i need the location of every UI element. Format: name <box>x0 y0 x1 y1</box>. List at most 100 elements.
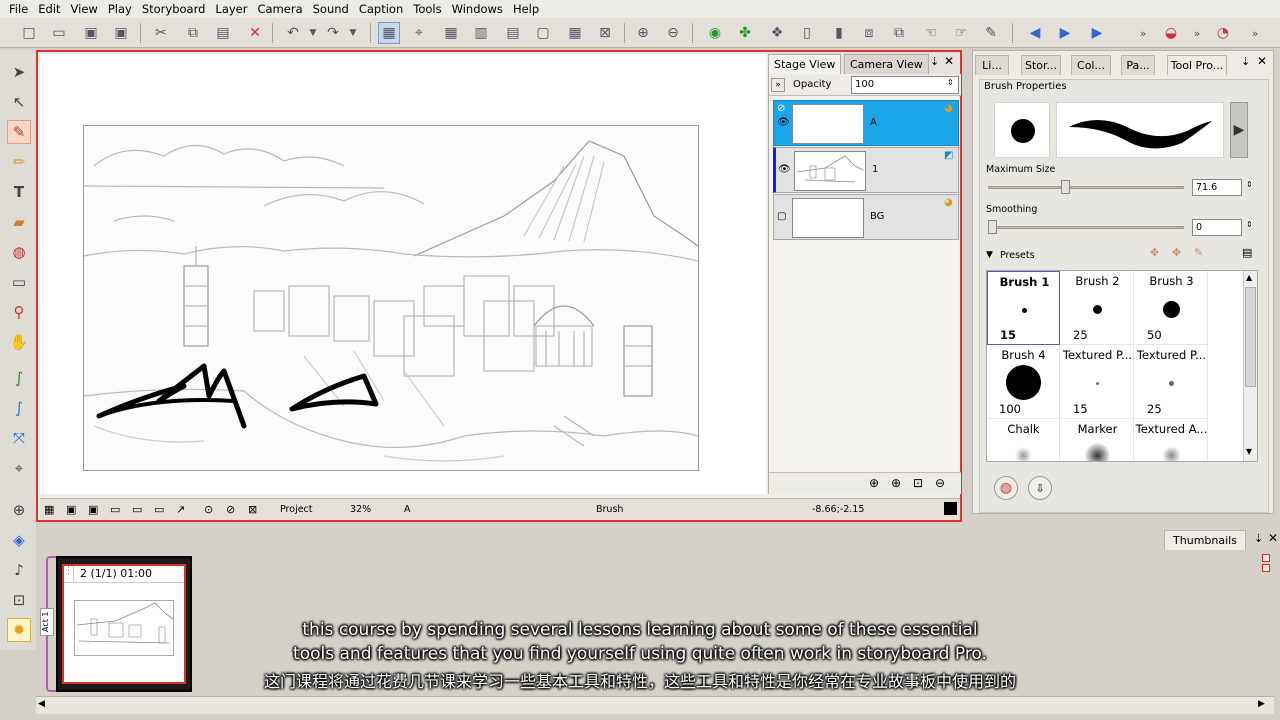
menu-storyboard[interactable]: Storyboard <box>137 2 211 16</box>
maximum-size-slider-handle[interactable] <box>1060 180 1070 194</box>
pressure-sensitivity-icon[interactable]: ⇩ <box>1028 476 1052 500</box>
presets-scroll-thumb[interactable] <box>1245 287 1256 387</box>
new-panel-icon[interactable]: ▯ <box>796 22 818 44</box>
maximum-size-input[interactable]: 71.6 <box>1192 179 1242 196</box>
layer-add-icon[interactable]: ⊕ <box>7 498 31 522</box>
save-icon[interactable]: ▣ <box>80 22 102 44</box>
sound-scrub-icon[interactable]: ◔ <box>1212 22 1234 44</box>
contour-editor-icon[interactable]: ↖ <box>7 90 31 114</box>
maximum-size-spinner-icon[interactable]: ⇕ <box>1246 180 1253 189</box>
presets-scrollbar[interactable]: ▲ ▼ <box>1243 271 1257 461</box>
menu-file[interactable]: File <box>4 2 33 16</box>
layer-row-a[interactable]: ⊘ 👁 A ◕ <box>773 100 959 146</box>
tab-thumbnails[interactable]: Thumbnails <box>1164 530 1246 550</box>
preset-brush-1[interactable]: Brush 1 15 <box>987 271 1060 345</box>
paste-icon[interactable]: ▤ <box>212 22 234 44</box>
menu-sound[interactable]: Sound <box>308 2 354 16</box>
preset-textured-pencil-2[interactable]: Textured P... 25 <box>1135 345 1208 419</box>
layer-eye-icon[interactable]: 👁 <box>778 164 791 175</box>
sound-tool-icon[interactable]: ♪ <box>7 558 31 582</box>
layer-visibility-icon[interactable]: ⊘ <box>777 103 785 114</box>
camera-tool-icon[interactable]: ⌖ <box>7 456 31 480</box>
grid-icon[interactable]: ▦ <box>378 22 400 44</box>
light-table-icon[interactable]: ▭ <box>132 503 142 516</box>
panel-view-icon[interactable]: ▥ <box>470 22 492 44</box>
scroll-down-icon[interactable]: ▼ <box>1246 447 1252 456</box>
collapse-icon[interactable]: » <box>771 78 785 92</box>
menu-camera[interactable]: Camera <box>252 2 307 16</box>
panel-grip-icon[interactable]: ⋮ <box>64 566 74 582</box>
toolbar-more-icon[interactable]: » <box>1132 22 1154 44</box>
opacity-spinner-icon[interactable]: ⇕ <box>947 78 954 87</box>
split-view-icon[interactable]: ▤ <box>502 22 524 44</box>
menu-tools[interactable]: Tools <box>408 2 446 16</box>
pin-icon[interactable]: ⇣ <box>930 55 939 68</box>
onion-skin-icon[interactable]: ▭ <box>110 503 120 516</box>
stage-view-icon[interactable]: ▢ <box>532 22 554 44</box>
layer-row-1[interactable]: 👁 1 ◩ <box>773 147 959 193</box>
crosshair-icon[interactable]: ⌖ <box>408 22 430 44</box>
grid-toggle-icon[interactable]: ▦ <box>44 503 54 516</box>
cut-icon[interactable]: ✂ <box>150 22 172 44</box>
preset-marker[interactable]: Marker <box>1061 419 1134 461</box>
canvas-area[interactable] <box>40 54 766 494</box>
smoothing-slider-handle[interactable] <box>988 220 997 234</box>
close-icon[interactable]: ✕ <box>1268 531 1278 545</box>
menu-layer[interactable]: Layer <box>210 2 252 16</box>
menu-view[interactable]: View <box>66 2 103 16</box>
pen-tool-icon[interactable]: ∫ <box>7 396 31 420</box>
delete-icon[interactable]: ✕ <box>244 22 266 44</box>
field-guide-icon[interactable]: ▣ <box>88 503 98 516</box>
layer-eye-icon[interactable]: 👁 <box>777 117 790 128</box>
menu-play[interactable]: Play <box>103 2 137 16</box>
smoothing-input[interactable]: 0 <box>1192 219 1242 236</box>
lock-tool-icon[interactable]: ⊡ <box>7 588 31 612</box>
rename-preset-icon[interactable]: ✎ <box>1194 246 1203 259</box>
dropper-tool-icon[interactable]: ⚲ <box>7 300 31 324</box>
text-tool-icon[interactable]: T <box>7 180 31 204</box>
camera-add-icon[interactable]: ◈ <box>7 528 31 552</box>
paint-tool-icon[interactable]: ◍ <box>7 240 31 264</box>
preset-textured-pencil-1[interactable]: Textured P... 15 <box>1061 345 1134 419</box>
tab-storyboard[interactable]: Stor... <box>1021 55 1061 75</box>
zoom-out-icon[interactable]: ⊖ <box>662 22 684 44</box>
preset-brush-2[interactable]: Brush 2 25 <box>1061 271 1134 345</box>
preset-chalk[interactable]: Chalk <box>987 419 1060 461</box>
smoothing-spinner-icon[interactable]: ⇕ <box>1246 220 1253 229</box>
panel-marker-icon-2[interactable] <box>1262 564 1270 572</box>
select-tool-icon[interactable]: ➤ <box>7 60 31 84</box>
smoothing-track[interactable] <box>988 226 1184 229</box>
fit-view-icon[interactable]: ⊠ <box>594 22 616 44</box>
view-mode-dropdown[interactable]: Project <box>280 504 313 515</box>
toolbar-more-icon-2[interactable]: » <box>1186 22 1208 44</box>
open-folder-icon[interactable]: ▭ <box>48 22 70 44</box>
new-project-icon[interactable]: □ <box>18 22 40 44</box>
split-panel-icon[interactable]: ⧈ <box>858 22 880 44</box>
scroll-left-icon[interactable]: ◀ <box>38 699 45 709</box>
eraser-tool-icon[interactable]: ▰ <box>7 210 31 234</box>
redo-dropdown-icon[interactable]: ▼ <box>342 22 364 44</box>
curve-tool-icon[interactable]: ∫ <box>7 366 31 390</box>
menu-help[interactable]: Help <box>508 2 544 16</box>
pin-icon[interactable]: ⇣ <box>1241 55 1250 68</box>
scroll-up-icon[interactable]: ▲ <box>1246 273 1252 282</box>
zoom-in-icon[interactable]: ⊕ <box>632 22 654 44</box>
wrench-icon[interactable]: ✎ <box>980 22 1002 44</box>
layer-row-bg[interactable]: ▢ BG ◕ <box>773 194 959 240</box>
3d-icon[interactable]: ◉ <box>704 22 726 44</box>
preset-brush-4[interactable]: Brush 4 100 <box>987 345 1060 419</box>
delete-layer-icon[interactable]: ⊖ <box>935 476 945 490</box>
copy-icon[interactable]: ⧉ <box>182 22 204 44</box>
add-bitmap-layer-icon[interactable]: ⊕ <box>891 476 901 490</box>
copy-layer-icon[interactable]: ❖ <box>766 22 788 44</box>
brush-mode-icon[interactable]: ◍ <box>994 476 1018 500</box>
toolbar-more-icon-3[interactable]: » <box>1244 22 1266 44</box>
tab-tool-properties[interactable]: Tool Pro... <box>1167 55 1227 75</box>
play-panel-icon[interactable]: ▶ <box>1054 22 1076 44</box>
brush-tool-icon[interactable]: ✎ <box>7 120 31 144</box>
hand-icon[interactable]: ☜ <box>920 22 942 44</box>
timeline-view-icon[interactable]: ▦ <box>564 22 586 44</box>
zoom-level[interactable]: 32% <box>350 504 371 515</box>
presets-collapse-icon[interactable]: ▼ <box>986 250 993 260</box>
save-as-icon[interactable]: ▣ <box>110 22 132 44</box>
